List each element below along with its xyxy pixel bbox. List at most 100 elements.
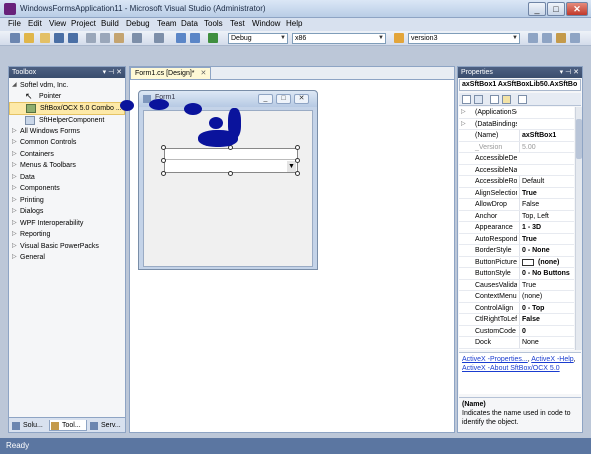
- resize-handle[interactable]: [161, 171, 166, 176]
- alphabetical-icon[interactable]: [474, 95, 483, 104]
- categorized-icon[interactable]: [462, 95, 471, 104]
- property-value[interactable]: True: [519, 279, 574, 291]
- toolbox-group-common-controls[interactable]: ▷ Common Controls: [9, 137, 125, 148]
- property-row[interactable]: (Name) axSftBox1: [459, 130, 574, 142]
- close-button[interactable]: ✕: [566, 2, 588, 16]
- property-row[interactable]: AccessibleNar: [459, 165, 574, 176]
- save-icon[interactable]: [54, 33, 64, 43]
- menu-build[interactable]: Build: [101, 19, 119, 28]
- paste-icon[interactable]: [114, 33, 124, 43]
- property-row[interactable]: AutoRespond True: [459, 233, 574, 245]
- property-value[interactable]: 0 - None: [519, 245, 574, 256]
- find-in-files-icon[interactable]: [394, 33, 404, 43]
- toolbox-item-sftbox-combo[interactable]: SftBox/OCX 5.0 Combo ...: [9, 102, 125, 115]
- property-value[interactable]: False: [519, 314, 574, 325]
- find-input[interactable]: version3 ▼: [408, 33, 520, 44]
- property-value[interactable]: 0 - No Buttons: [519, 268, 574, 279]
- property-row[interactable]: Appearance 1 - 3D: [459, 222, 574, 234]
- toolbox-group-softel[interactable]: ◢ Softel vdm, Inc.: [9, 80, 125, 91]
- more-tools-icon[interactable]: [570, 33, 580, 43]
- object-selector[interactable]: axSftBox1 AxSftBoxLib50.AxSftBo: [459, 79, 581, 91]
- resize-handle[interactable]: [228, 171, 233, 176]
- sftbox-combo-control[interactable]: ▼: [164, 148, 298, 173]
- menu-project[interactable]: Project: [71, 19, 96, 28]
- property-value[interactable]: 0 - Top: [519, 302, 574, 314]
- property-value[interactable]: True: [519, 233, 574, 245]
- tab-solution-explorer[interactable]: Solu...: [11, 420, 47, 431]
- resize-handle[interactable]: [161, 145, 166, 150]
- form-designer-surface[interactable]: Form1 _ □ ✕ ▼: [130, 79, 454, 432]
- property-value[interactable]: 1 - 3D: [519, 222, 574, 233]
- tab-form1-design[interactable]: Form1.cs [Design]* ✕: [130, 67, 212, 79]
- pin-icon[interactable]: ▾ ⊣ ✕: [560, 67, 579, 78]
- platform-select[interactable]: x86 ▼: [292, 33, 386, 44]
- property-value[interactable]: axSftBox1: [519, 130, 574, 141]
- start-debugging-icon[interactable]: [208, 33, 218, 43]
- property-row[interactable]: AccessibleRol Default: [459, 176, 574, 188]
- property-value[interactable]: True: [519, 187, 574, 199]
- property-grid[interactable]: ▷ (ApplicationSe ▷ (DataBindings (Name) axS…: [459, 107, 574, 350]
- copy-icon[interactable]: [100, 33, 110, 43]
- activex-help-link[interactable]: ActiveX -Help: [531, 356, 573, 363]
- resize-handle[interactable]: [295, 158, 300, 163]
- undo-icon[interactable]: [132, 33, 142, 43]
- property-row[interactable]: AlignSelection True: [459, 187, 574, 199]
- menu-window[interactable]: Window: [252, 19, 280, 28]
- toolbox-group-all-windows-forms[interactable]: ▷ All Windows Forms: [9, 126, 125, 137]
- property-value[interactable]: 5.00: [519, 141, 574, 153]
- toolbox-group-printing[interactable]: ▷ Printing: [9, 195, 125, 206]
- toolbox-group-wpf-interop[interactable]: ▷ WPF Interoperability: [9, 218, 125, 229]
- open-file-icon[interactable]: [40, 33, 50, 43]
- expand-triangle-icon[interactable]: ▷: [461, 119, 466, 130]
- property-row[interactable]: Dock None: [459, 337, 574, 349]
- dropdown-arrow-icon[interactable]: ▼: [287, 161, 296, 172]
- events-icon[interactable]: [502, 95, 511, 104]
- toolbox-group-dialogs[interactable]: ▷ Dialogs: [9, 206, 125, 217]
- property-row[interactable]: CustomCode 0: [459, 325, 574, 337]
- toolbox-item-pointer[interactable]: ↖ Pointer: [9, 91, 125, 102]
- scrollbar-thumb[interactable]: [576, 119, 582, 159]
- property-row[interactable]: _Version 5.00: [459, 141, 574, 153]
- navigate-forward-icon[interactable]: [190, 33, 200, 43]
- menu-edit[interactable]: Edit: [28, 19, 42, 28]
- properties-icon[interactable]: [490, 95, 499, 104]
- property-value[interactable]: None: [519, 337, 574, 348]
- solution-explorer-icon[interactable]: [528, 33, 538, 43]
- toolbox-group-reporting[interactable]: ▷ Reporting: [9, 229, 125, 240]
- tab-toolbox[interactable]: Tool...: [49, 420, 87, 431]
- menu-team[interactable]: Team: [157, 19, 177, 28]
- toolbox-group-containers[interactable]: ▷ Containers: [9, 149, 125, 160]
- property-row[interactable]: ButtonStyle 0 - No Buttons: [459, 268, 574, 280]
- resize-handle[interactable]: [295, 145, 300, 150]
- resize-handle[interactable]: [295, 171, 300, 176]
- toolbox-icon[interactable]: [556, 33, 566, 43]
- property-row[interactable]: AccessibleDes: [459, 153, 574, 165]
- activex-about-link[interactable]: ActiveX -About SftBox/OCX 5.0: [462, 365, 560, 372]
- property-row[interactable]: ButtonPicture (none): [459, 256, 574, 268]
- expand-triangle-icon[interactable]: ▷: [461, 107, 466, 118]
- property-row[interactable]: ▷ (ApplicationSe: [459, 107, 574, 119]
- activex-properties-link[interactable]: ActiveX -Properties...: [462, 356, 528, 363]
- menu-debug[interactable]: Debug: [126, 19, 150, 28]
- property-row[interactable]: BorderStyle 0 - None: [459, 245, 574, 257]
- maximize-button[interactable]: □: [547, 2, 565, 16]
- property-value[interactable]: Default: [519, 176, 574, 187]
- minimize-button[interactable]: _: [528, 2, 546, 16]
- menu-data[interactable]: Data: [181, 19, 198, 28]
- property-row[interactable]: AllowDrop False: [459, 199, 574, 211]
- property-row[interactable]: Anchor Top, Left: [459, 210, 574, 222]
- close-tab-icon[interactable]: ✕: [201, 70, 207, 77]
- add-item-icon[interactable]: [24, 33, 34, 43]
- properties-window-icon[interactable]: [542, 33, 552, 43]
- toolbox-group-vb-powerpacks[interactable]: ▷ Visual Basic PowerPacks: [9, 241, 125, 252]
- property-row[interactable]: CtlRightToLef False: [459, 314, 574, 326]
- property-grid-scrollbar[interactable]: [575, 107, 582, 350]
- tab-server-explorer[interactable]: Serv...: [89, 420, 125, 431]
- menu-file[interactable]: File: [8, 19, 21, 28]
- property-value[interactable]: False: [519, 199, 574, 210]
- toolbox-item-sfthelper[interactable]: SftHelperComponent: [9, 115, 125, 126]
- resize-handle[interactable]: [161, 158, 166, 163]
- property-value[interactable]: 0: [519, 325, 574, 337]
- menu-view[interactable]: View: [49, 19, 66, 28]
- property-row[interactable]: ControlAlign 0 - Top: [459, 302, 574, 314]
